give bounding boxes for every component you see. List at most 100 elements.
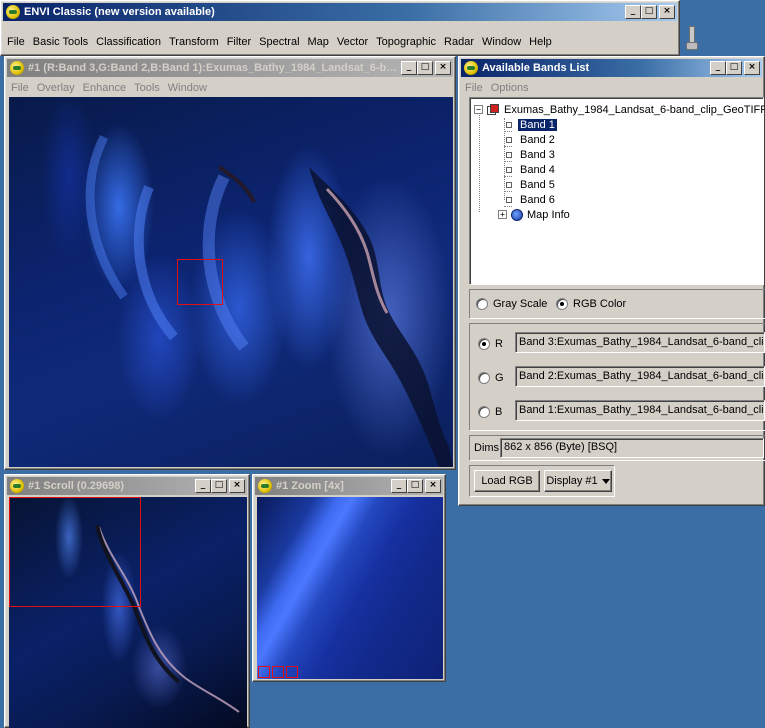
globe-icon bbox=[511, 208, 523, 221]
maximize-icon[interactable]: □ bbox=[417, 61, 433, 75]
tree-band-1[interactable]: Band 1 bbox=[498, 117, 557, 132]
maximize-icon[interactable]: □ bbox=[407, 479, 423, 493]
menu-window[interactable]: Window bbox=[478, 36, 525, 48]
scroll-view-box[interactable] bbox=[9, 497, 141, 607]
maximize-icon[interactable]: □ bbox=[726, 61, 742, 75]
band-label: Band 6 bbox=[520, 193, 555, 206]
bands-menu-options[interactable]: Options bbox=[487, 82, 533, 94]
menu-vector[interactable]: Vector bbox=[333, 36, 372, 48]
maximize-icon[interactable]: □ bbox=[211, 479, 227, 493]
g-channel-field[interactable]: Band 2:Exumas_Bathy_1984_Landsat_6-band_… bbox=[515, 366, 765, 387]
bands-window: Available Bands List _ □ × File Options … bbox=[458, 56, 765, 506]
radio-selected-icon bbox=[478, 338, 490, 350]
scroll-window-titlebar[interactable]: #1 Scroll (0.29698) _ □ × bbox=[7, 477, 247, 495]
rgb-group: R Band 3:Exumas_Bathy_1984_Landsat_6-ban… bbox=[469, 323, 765, 431]
band-label: Band 2 bbox=[520, 133, 555, 146]
image-menu-tools[interactable]: Tools bbox=[130, 82, 164, 94]
r-channel-label: R bbox=[495, 338, 503, 350]
close-icon[interactable]: × bbox=[229, 479, 245, 493]
dims-field: 862 x 856 (Byte) [BSQ] bbox=[500, 438, 764, 458]
menu-transform[interactable]: Transform bbox=[165, 36, 223, 48]
desktop-icon bbox=[684, 26, 700, 50]
bands-tree[interactable]: − Exumas_Bathy_1984_Landsat_6-band_clip_… bbox=[469, 97, 765, 285]
image-window-titlebar[interactable]: #1 (R:Band 3,G:Band 2,B:Band 1):Exumas_B… bbox=[7, 59, 453, 77]
zoom-control-plus[interactable] bbox=[272, 666, 284, 678]
minimize-icon[interactable]: _ bbox=[195, 479, 211, 493]
minimize-icon[interactable]: _ bbox=[710, 61, 726, 75]
tree-band-6[interactable]: Band 6 bbox=[498, 192, 557, 207]
close-icon[interactable]: × bbox=[744, 61, 760, 75]
radio-icon bbox=[476, 298, 488, 310]
mode-group: Gray Scale RGB Color bbox=[469, 289, 765, 319]
band-label: Band 5 bbox=[520, 178, 555, 191]
display-select-button[interactable]: Display #1 bbox=[544, 470, 612, 492]
b-channel-field[interactable]: Band 1:Exumas_Bathy_1984_Landsat_6-band_… bbox=[515, 400, 765, 421]
minimize-icon[interactable]: _ bbox=[391, 479, 407, 493]
image-menu-window[interactable]: Window bbox=[164, 82, 211, 94]
tree-band-5[interactable]: Band 5 bbox=[498, 177, 557, 192]
dims-group: Dims 862 x 856 (Byte) [BSQ] bbox=[469, 435, 765, 461]
zoom-control-minus[interactable] bbox=[258, 666, 270, 678]
band-leaf-icon bbox=[506, 166, 512, 173]
envi-app-icon bbox=[464, 61, 478, 75]
zoom-window-title: #1 Zoom [4x] bbox=[276, 480, 344, 492]
image-window-title: #1 (R:Band 3,G:Band 2,B:Band 1):Exumas_B… bbox=[28, 62, 401, 74]
menu-classification[interactable]: Classification bbox=[92, 36, 165, 48]
minimize-icon[interactable]: _ bbox=[401, 61, 417, 75]
envi-main-menubar: File Basic Tools Classification Transfor… bbox=[3, 33, 677, 50]
image-menu-enhance[interactable]: Enhance bbox=[79, 82, 130, 94]
bands-window-title: Available Bands List bbox=[482, 62, 590, 74]
scroll-window-title: #1 Scroll (0.29698) bbox=[28, 480, 125, 492]
radio-icon bbox=[478, 406, 490, 418]
r-channel-radio[interactable]: R bbox=[478, 338, 503, 350]
zoom-display[interactable] bbox=[257, 497, 443, 679]
close-icon[interactable]: × bbox=[659, 5, 675, 19]
r-channel-field[interactable]: Band 3:Exumas_Bathy_1984_Landsat_6-band_… bbox=[515, 332, 765, 353]
close-icon[interactable]: × bbox=[435, 61, 451, 75]
menu-basic-tools[interactable]: Basic Tools bbox=[29, 36, 92, 48]
g-channel-radio[interactable]: G bbox=[478, 372, 504, 384]
zoom-window-titlebar[interactable]: #1 Zoom [4x] _ □ × bbox=[255, 477, 443, 495]
envi-app-icon bbox=[10, 61, 24, 75]
rgb-color-label: RGB Color bbox=[573, 298, 627, 310]
tree-map-info[interactable]: + Map Info bbox=[498, 207, 570, 222]
tree-file-node[interactable]: − Exumas_Bathy_1984_Landsat_6-band_clip_… bbox=[474, 102, 765, 117]
tree-band-3[interactable]: Band 3 bbox=[498, 147, 557, 162]
menu-filter[interactable]: Filter bbox=[223, 36, 255, 48]
scroll-display[interactable] bbox=[9, 497, 247, 728]
image-menu-file[interactable]: File bbox=[7, 82, 33, 94]
file-name: Exumas_Bathy_1984_Landsat_6-band_clip_Ge… bbox=[504, 103, 765, 116]
b-channel-radio[interactable]: B bbox=[478, 406, 502, 418]
gray-scale-radio[interactable]: Gray Scale bbox=[476, 298, 547, 310]
envi-main-titlebar[interactable]: ENVI Classic (new version available) _ □… bbox=[3, 3, 677, 21]
zoom-window: #1 Zoom [4x] _ □ × bbox=[252, 474, 446, 682]
zoom-box[interactable] bbox=[177, 259, 223, 305]
bands-menu-file[interactable]: File bbox=[461, 82, 487, 94]
envi-app-icon bbox=[258, 479, 272, 493]
tree-band-4[interactable]: Band 4 bbox=[498, 162, 557, 177]
tree-band-2[interactable]: Band 2 bbox=[498, 132, 557, 147]
menu-topographic[interactable]: Topographic bbox=[372, 36, 440, 48]
menu-help[interactable]: Help bbox=[525, 36, 556, 48]
band-label: Band 3 bbox=[520, 148, 555, 161]
image-menu-overlay[interactable]: Overlay bbox=[33, 82, 79, 94]
band-leaf-icon bbox=[506, 121, 512, 128]
minimize-icon[interactable]: _ bbox=[625, 5, 641, 19]
file-icon bbox=[487, 103, 500, 116]
island-shapes bbox=[85, 134, 453, 467]
expand-icon[interactable]: + bbox=[498, 210, 507, 219]
zoom-control-toggle[interactable] bbox=[286, 666, 298, 678]
load-rgb-button[interactable]: Load RGB bbox=[474, 470, 540, 492]
image-display[interactable] bbox=[9, 97, 453, 467]
close-icon[interactable]: × bbox=[425, 479, 441, 493]
menu-radar[interactable]: Radar bbox=[440, 36, 478, 48]
menu-spectral[interactable]: Spectral bbox=[255, 36, 303, 48]
gray-scale-label: Gray Scale bbox=[493, 298, 548, 310]
menu-file[interactable]: File bbox=[3, 36, 29, 48]
collapse-icon[interactable]: − bbox=[474, 105, 483, 114]
menu-map[interactable]: Map bbox=[304, 36, 333, 48]
maximize-icon[interactable]: □ bbox=[641, 5, 657, 19]
rgb-color-radio[interactable]: RGB Color bbox=[556, 298, 626, 310]
bands-window-titlebar[interactable]: Available Bands List _ □ × bbox=[461, 59, 762, 77]
dropdown-arrow-icon bbox=[601, 478, 610, 484]
